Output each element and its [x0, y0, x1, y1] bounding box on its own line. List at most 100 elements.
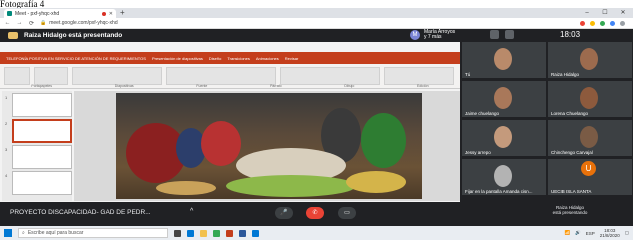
microphone-button[interactable]: 🎤: [275, 207, 293, 219]
browser-tab[interactable]: Meet - pxf-yhqc-xhd ✕: [4, 9, 116, 18]
address-bar: ← → ⟳ 🔒 meet.google.com/pxf-yhqc-xhd: [0, 18, 633, 29]
participant-tile[interactable]: Chinchengo Carvajal: [548, 120, 632, 156]
word-icon[interactable]: [239, 229, 246, 237]
family-photo: [116, 93, 422, 199]
ppt-ribbon-item: Revisar: [284, 55, 299, 61]
camera-button[interactable]: ▭: [338, 207, 356, 219]
powerpoint-icon[interactable]: [226, 229, 233, 237]
new-tab-button[interactable]: +: [120, 8, 125, 18]
ppt-ribbon-item: TELEFONÍA POSITIVA EN SERVICIO DE ATENCI…: [6, 55, 146, 61]
chrome-icon[interactable]: [213, 229, 220, 237]
extension-icon[interactable]: [610, 20, 615, 26]
people-icon[interactable]: [490, 30, 499, 39]
url-field[interactable]: 🔒 meet.google.com/pxf-yhqc-xhd: [40, 20, 575, 26]
participant-tile[interactable]: Jessy arrepo: [462, 120, 546, 156]
chevron-up-icon[interactable]: ^: [190, 208, 193, 215]
search-icon: ⌕: [22, 230, 25, 236]
presenting-info-button[interactable]: Raiza Hidalgo está presentando: [545, 205, 595, 215]
ppt-ribbon-group: [72, 67, 162, 85]
participant-name: Fijar en la pantalla Amanda cisn...: [465, 189, 533, 194]
windows-start-icon[interactable]: [4, 229, 12, 237]
ppt-title-bar: TELEFONÍA POSITIVA EN SERVICIO DE ATENCI…: [0, 52, 460, 64]
participant-grid: Tú Raiza Hidalgo Jaime chuelango Lorena …: [461, 42, 633, 204]
ppt-ribbon-item: Presentación de diapositivas: [151, 55, 203, 61]
slide-thumbnail[interactable]: [12, 171, 72, 195]
slide-number: 2: [5, 121, 8, 126]
taskbar-clock[interactable]: 18:03 21/8/2020: [600, 228, 620, 238]
close-tab-icon[interactable]: ✕: [109, 11, 113, 17]
ribbon-group-label: Diapositivas: [114, 84, 134, 88]
participant-name: Jessy arrepo: [465, 150, 491, 155]
browser-tab-bar: Meet - pxf-yhqc-xhd ✕: [0, 8, 633, 18]
forward-icon[interactable]: →: [16, 20, 23, 26]
end-call-button[interactable]: ✆: [306, 207, 324, 219]
meeting-name: PROYECTO DISCAPACIDAD- GAD DE PEDR...: [10, 209, 151, 216]
url-text: meet.google.com/pxf-yhqc-xhd: [49, 20, 118, 26]
presentation-header: Raiza Hidalgo está presentando: [0, 29, 460, 42]
presenter-status: está presentando: [552, 210, 588, 215]
ribbon-group-label: Edición: [417, 84, 429, 88]
store-icon[interactable]: [252, 229, 259, 237]
taskbar-search-input[interactable]: ⌕ Escribe aquí para buscar: [18, 228, 168, 238]
ppt-ribbon-group: [34, 67, 68, 85]
participant-name: UECIB ISLA SANTA: [551, 189, 592, 194]
minimize-button[interactable]: –: [580, 8, 594, 18]
slide-thumbnail[interactable]: [12, 145, 72, 169]
recording-dot-icon: [101, 11, 106, 16]
presenting-title: Raiza Hidalgo está presentando: [24, 32, 123, 39]
extension-icon[interactable]: [590, 20, 595, 26]
ribbon-group-label: Fuente: [196, 84, 208, 88]
participant-name: Chinchengo Carvajal: [551, 150, 593, 155]
slide-thumbnail[interactable]: [12, 119, 72, 143]
reload-icon[interactable]: ⟳: [28, 20, 35, 27]
file-explorer-icon[interactable]: [200, 229, 207, 237]
participant-name: Jaime chuelango: [465, 111, 500, 116]
slide-number: 4: [5, 173, 8, 178]
ribbon-group-label: Párrafo: [270, 84, 282, 88]
ppt-ribbon-group: [4, 67, 30, 85]
ppt-ribbon-item: Diseño: [208, 55, 222, 61]
search-placeholder: Escribe aquí para buscar: [27, 230, 84, 236]
avatar: U: [581, 161, 596, 176]
participant-tile[interactable]: Fijar en la pantalla Amanda cisn...: [462, 159, 546, 195]
volume-icon[interactable]: 🔊: [575, 230, 581, 236]
ribbon-group-label: Dibujo: [344, 84, 355, 88]
close-window-button[interactable]: ✕: [616, 8, 630, 18]
meet-favicon-icon: [7, 11, 12, 16]
slide-thumbnail[interactable]: [12, 93, 72, 117]
back-icon[interactable]: ←: [4, 20, 11, 26]
participant-tile[interactable]: Lorena Chuelango: [548, 81, 632, 117]
clock-date: 21/8/2020: [599, 233, 620, 238]
profile-avatar-icon[interactable]: [620, 20, 625, 26]
meeting-clock: 18:03: [560, 30, 581, 39]
ribbon-group-label: Portapapeles: [31, 84, 53, 88]
ppt-ribbon-group: [384, 67, 454, 85]
chat-icon[interactable]: [505, 30, 514, 39]
wifi-icon[interactable]: 📶: [564, 230, 570, 236]
maximize-button[interactable]: ☐: [598, 8, 612, 18]
participant-name: Raiza Hidalgo: [551, 72, 580, 77]
ppt-ribbon-item: Transiciones: [227, 55, 250, 61]
notifications-icon[interactable]: ▢: [625, 230, 629, 236]
avatar: M: [410, 30, 420, 40]
ppt-ribbon-group: [166, 67, 276, 85]
participant-name: Tú: [465, 72, 471, 77]
extension-icon[interactable]: [580, 20, 585, 26]
tab-title: Meet - pxf-yhqc-xhd: [15, 10, 60, 17]
participant-tile[interactable]: Jaime chuelango: [462, 81, 546, 117]
participant-name: Lorena Chuelango: [551, 111, 589, 116]
windows-taskbar: ⌕ Escribe aquí para buscar 📶 🔊 ESP 18:03…: [0, 226, 633, 240]
current-slide: [116, 93, 422, 199]
task-view-icon[interactable]: [174, 229, 181, 237]
lock-icon: 🔒: [40, 20, 47, 26]
extension-icon[interactable]: [600, 20, 605, 26]
ppt-ribbon-group: [280, 67, 380, 85]
participant-tile[interactable]: Raiza Hidalgo: [548, 42, 632, 78]
self-participant-chip[interactable]: M María Arroyos y 7 más: [410, 30, 455, 40]
language-indicator[interactable]: ESP: [586, 231, 595, 236]
presenter-thumb-icon: [8, 32, 18, 39]
edge-icon[interactable]: [187, 229, 194, 237]
slide-number: 1: [5, 95, 8, 100]
participant-more: y 7 más: [424, 34, 442, 40]
participant-tile[interactable]: Tú: [462, 42, 546, 78]
